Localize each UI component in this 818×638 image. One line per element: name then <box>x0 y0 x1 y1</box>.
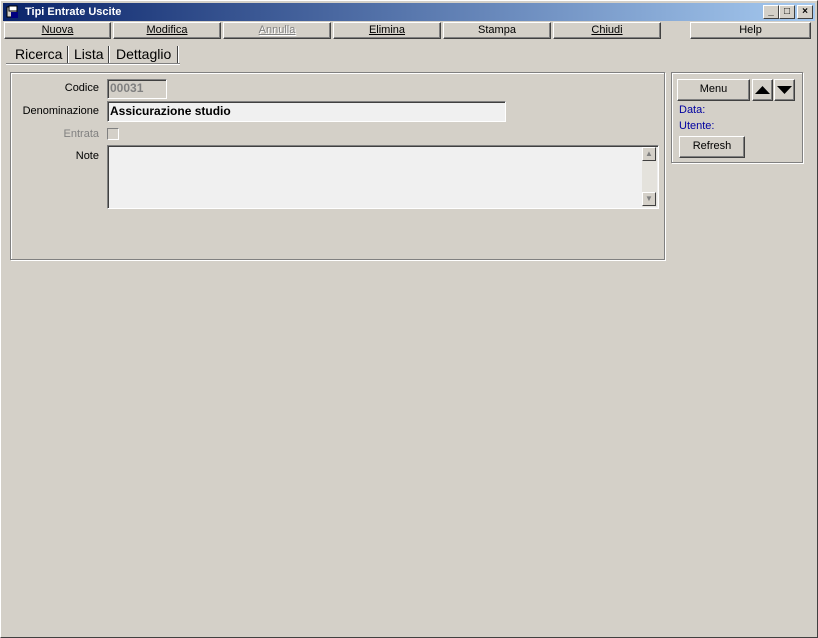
help-label: Help <box>739 24 762 36</box>
scroll-up-icon[interactable]: ▲ <box>642 147 656 161</box>
help-button[interactable]: Help <box>690 22 811 39</box>
scroll-down-icon[interactable]: ▼ <box>642 192 656 206</box>
main-window: Tipi Entrate Uscite _ □ × Nuova Modifica… <box>0 0 818 638</box>
denominazione-label: Denominazione <box>22 105 99 117</box>
denominazione-value: Assicurazione studio <box>110 104 231 118</box>
tab-dettaglio-label: Dettaglio <box>116 46 172 62</box>
annulla-button[interactable]: Annulla <box>223 22 331 39</box>
prev-record-button[interactable] <box>752 79 773 101</box>
modifica-button[interactable]: Modifica <box>113 22 221 39</box>
denominazione-field[interactable]: Assicurazione studio <box>107 101 506 122</box>
codice-label: Codice <box>64 82 99 94</box>
chiudi-button[interactable]: Chiudi <box>553 22 661 39</box>
stampa-label: Stampa <box>478 24 516 36</box>
tab-ricerca-label: Ricerca <box>15 46 63 62</box>
title-bar[interactable]: Tipi Entrate Uscite _ □ × <box>3 3 815 21</box>
data-label: Data: <box>679 104 706 116</box>
tab-dettaglio[interactable]: Dettaglio <box>114 44 173 64</box>
annulla-label: Annulla <box>258 24 296 36</box>
menu-button[interactable]: Menu <box>677 79 750 101</box>
window-title: Tipi Entrate Uscite <box>25 6 122 18</box>
refresh-label: Refresh <box>692 140 732 152</box>
tab-separator <box>67 46 69 64</box>
close-icon[interactable]: × <box>797 5 813 19</box>
entrata-checkbox[interactable] <box>107 128 119 140</box>
tab-separator <box>177 46 179 64</box>
chiudi-label: Chiudi <box>591 24 623 36</box>
tab-underline <box>6 63 180 65</box>
utente-label: Utente: <box>679 120 715 132</box>
elimina-label: Elimina <box>368 24 406 36</box>
note-textarea[interactable] <box>107 145 659 209</box>
codice-field[interactable]: 00031 <box>107 79 167 99</box>
refresh-button[interactable]: Refresh <box>679 136 745 158</box>
codice-value: 00031 <box>110 81 144 95</box>
note-label: Note <box>75 150 99 162</box>
next-record-button[interactable] <box>774 79 795 101</box>
arrow-down-icon <box>777 86 792 94</box>
tab-lista-label: Lista <box>74 46 104 62</box>
maximize-icon[interactable]: □ <box>779 5 795 19</box>
elimina-button[interactable]: Elimina <box>333 22 441 39</box>
minimize-icon[interactable]: _ <box>763 5 779 19</box>
modifica-label: Modifica <box>146 24 188 36</box>
app-icon <box>6 5 18 18</box>
arrow-up-icon <box>755 86 770 94</box>
tab-lista[interactable]: Lista <box>72 44 106 64</box>
menu-label: Menu <box>699 83 728 95</box>
nuova-label: Nuova <box>41 24 74 36</box>
tab-ricerca[interactable]: Ricerca <box>13 44 64 64</box>
stampa-button[interactable]: Stampa <box>443 22 551 39</box>
tab-separator <box>108 46 110 64</box>
entrata-label: Entrata <box>63 128 99 140</box>
nuova-button[interactable]: Nuova <box>4 22 111 39</box>
note-scrollbar[interactable]: ▲ ▼ <box>642 147 657 207</box>
